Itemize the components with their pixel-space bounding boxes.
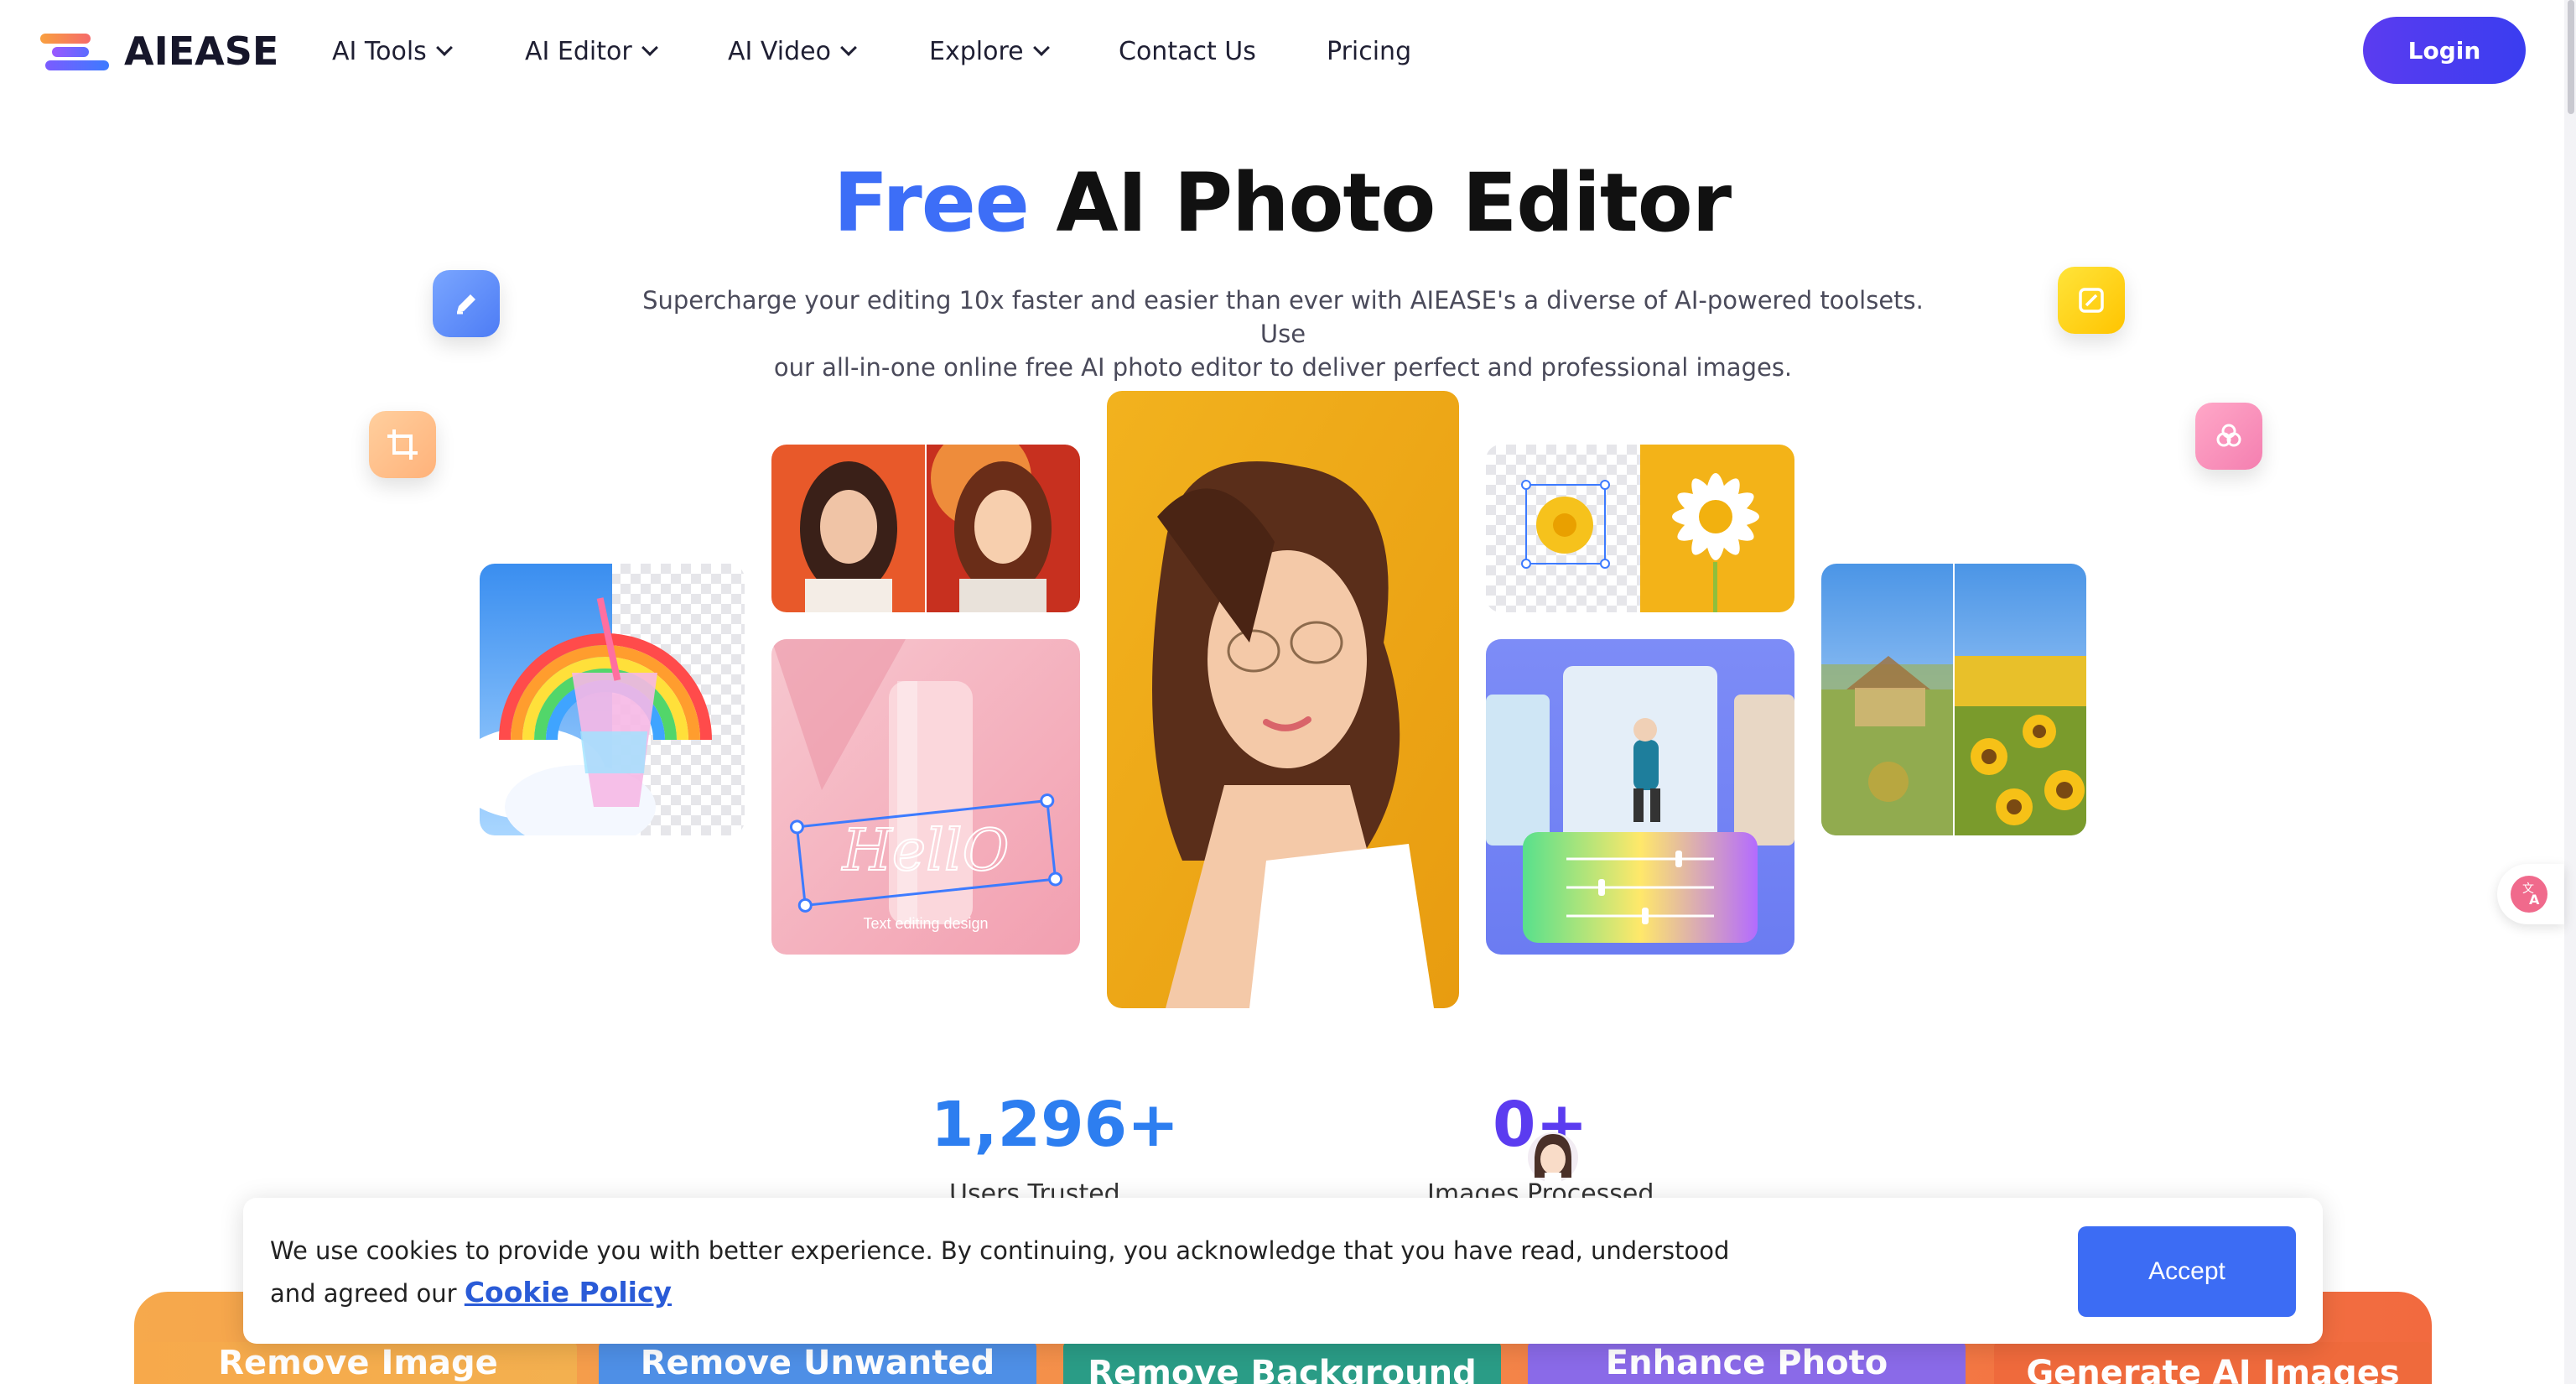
tile-caption: Text editing design (863, 915, 988, 932)
feature-card-enhance-photo[interactable]: Enhance Photo (1528, 1342, 1966, 1384)
translate-icon: 文 A (2511, 876, 2547, 913)
login-button[interactable]: Login (2363, 17, 2526, 84)
feature-card-remove-image[interactable]: Remove Image (139, 1342, 577, 1384)
nav-item-ai-video[interactable]: AI Video (728, 34, 857, 69)
nav-label: Pricing (1327, 36, 1412, 66)
svg-text:A: A (2529, 892, 2540, 908)
cookie-policy-link[interactable]: Cookie Policy (465, 1276, 672, 1309)
stat-users-value: 1,296+ (931, 1089, 1180, 1161)
feature-card-remove-background[interactable]: Remove Background (1063, 1342, 1501, 1384)
subtitle-line: Supercharge your editing 10x faster and … (642, 286, 1924, 348)
accept-cookies-button[interactable]: Accept (2078, 1226, 2296, 1317)
cookie-line: and agreed our Cookie Policy (270, 1272, 1779, 1314)
script-text: HellO (841, 818, 1010, 884)
page-scrollbar[interactable] (2564, 0, 2576, 1384)
title-accent: Free (833, 156, 1030, 250)
style-transfer-sample-image (771, 445, 1080, 612)
nav-label: AI Tools (332, 36, 427, 66)
chevron-down-icon (840, 39, 857, 56)
text-editing-sample-image: HellO Text editing design (771, 639, 1080, 955)
nav-label: Explore (929, 36, 1024, 66)
brand-name: AIEASE (124, 29, 279, 74)
chevron-down-icon (1032, 39, 1050, 56)
chevron-down-icon (435, 39, 453, 56)
feature-card-generate-ai-images[interactable]: Generate AI Images (1994, 1342, 2432, 1384)
object-cutout-sample-image (1486, 445, 1794, 612)
nav-item-contact-us[interactable]: Contact Us (1119, 34, 1256, 69)
cookie-prefix: and agreed our (270, 1279, 457, 1308)
nav-item-pricing[interactable]: Pricing (1327, 34, 1411, 69)
feature-card-remove-unwanted[interactable]: Remove Unwanted (599, 1342, 1036, 1384)
site-header: AIEASE AI Tools AI Editor AI Video Explo… (0, 0, 2576, 102)
cookie-message: We use cookies to provide you with bette… (270, 1230, 1779, 1314)
nav-label: AI Video (728, 36, 831, 66)
pencil-icon (433, 270, 500, 337)
nav-item-ai-editor[interactable]: AI Editor (525, 34, 658, 69)
translate-button[interactable]: 文 A (2497, 864, 2564, 924)
nav-label: Contact Us (1119, 36, 1256, 66)
nav-label: AI Editor (525, 36, 632, 66)
hero-subtitle: Supercharge your editing 10x faster and … (621, 284, 1945, 384)
assistant-avatar[interactable] (1526, 1127, 1580, 1186)
brand-logo[interactable]: AIEASE (40, 29, 278, 74)
page-title: Free AI Photo Editor (0, 156, 2564, 250)
edit-square-icon (2058, 267, 2125, 334)
color-adjust-sample-image (1486, 639, 1794, 955)
logo-mark-icon (40, 30, 111, 72)
scrollbar-thumb[interactable] (2568, 0, 2574, 114)
nav-item-ai-tools[interactable]: AI Tools (332, 34, 453, 69)
hero-portrait-image (1107, 391, 1459, 1008)
color-circles-icon (2195, 403, 2262, 470)
remove-background-sample-image (480, 564, 745, 835)
crop-icon (369, 411, 436, 478)
chevron-down-icon (641, 39, 658, 56)
title-rest: AI Photo Editor (1056, 156, 1732, 250)
cookie-line: We use cookies to provide you with bette… (270, 1236, 1730, 1265)
nav-item-explore[interactable]: Explore (929, 34, 1050, 69)
enhance-sample-image (1821, 564, 2086, 835)
subtitle-line: our all-in-one online free AI photo edit… (773, 353, 1793, 382)
cookie-banner: We use cookies to provide you with bette… (243, 1198, 2323, 1344)
